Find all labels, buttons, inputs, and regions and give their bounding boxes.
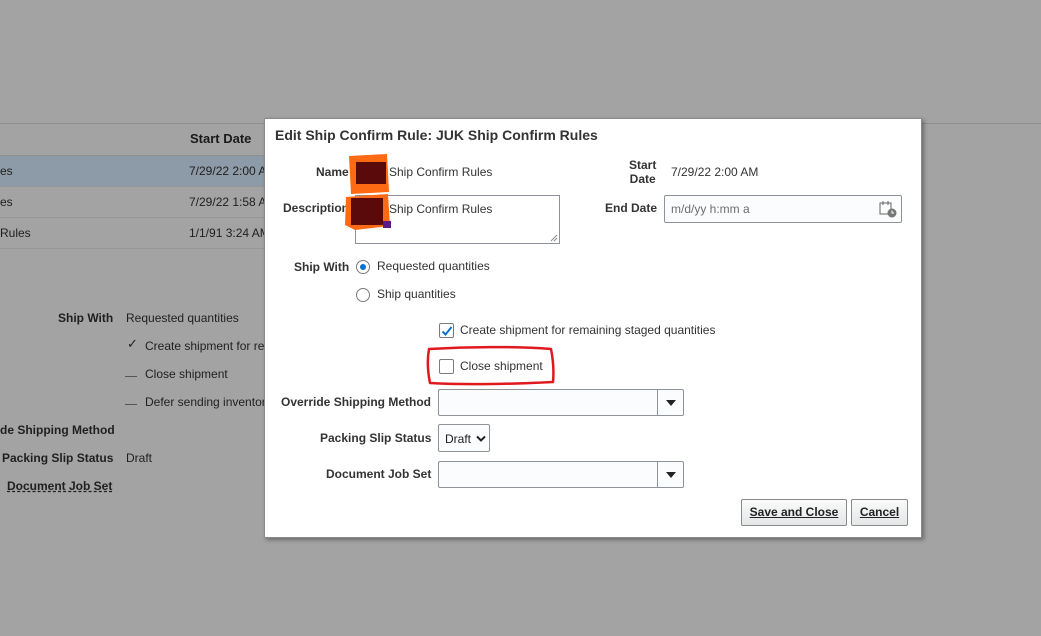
resize-handle-icon[interactable] [550, 234, 558, 242]
bg-packing-label: Packing Slip Status [2, 451, 114, 465]
table-cell-name: es [0, 195, 13, 209]
redaction-mark [345, 194, 391, 230]
create-shipment-label[interactable]: Create shipment for remaining staged qua… [460, 323, 715, 337]
bg-create-shipment: Create shipment for re [145, 339, 265, 353]
radio-requested-label[interactable]: Requested quantities [377, 259, 490, 273]
edit-ship-confirm-rule-dialog: Edit Ship Confirm Rule: JUK Ship Confirm… [264, 118, 922, 538]
checkmark-icon [441, 326, 453, 336]
override-shipping-method-select[interactable] [438, 389, 684, 416]
bg-ship-with-label: Ship With [58, 311, 114, 325]
description-label: Description [283, 201, 350, 215]
start-date-label-line1: Start [629, 158, 657, 172]
redaction-mark [349, 154, 389, 194]
table-row[interactable]: es 7/29/22 2:00 A [0, 156, 270, 187]
override-shipping-method-label: Override Shipping Method [281, 395, 432, 409]
bg-packing-value: Draft [126, 451, 153, 465]
chevron-down-icon[interactable] [657, 390, 683, 415]
bg-override-label: de Shipping Method [0, 423, 115, 437]
end-date-placeholder: m/d/yy h:mm a [671, 202, 750, 216]
radio-ship-quantities-label[interactable]: Ship quantities [377, 287, 456, 301]
table-header-start-date: Start Date [190, 131, 252, 146]
document-job-set-select[interactable] [438, 461, 684, 488]
radio-ship-quantities[interactable] [356, 288, 370, 302]
chevron-down-icon [476, 435, 486, 442]
end-date-label: End Date [605, 201, 658, 215]
table-cell-name: Rules [0, 226, 31, 240]
document-job-set-label: Document Job Set [326, 467, 432, 481]
packing-slip-status-value: Draft [445, 432, 472, 446]
table-row[interactable]: es 7/29/22 1:58 A [0, 187, 270, 218]
table-cell-start: 7/29/22 2:00 A [189, 164, 267, 178]
start-date-label: Start Date [629, 158, 656, 186]
table-cell-name: es [0, 164, 13, 178]
bg-defer-sending: Defer sending inventor [145, 395, 266, 409]
create-shipment-checkbox[interactable] [439, 323, 454, 338]
bg-close-shipment: Close shipment [145, 367, 228, 381]
description-value: Ship Confirm Rules [389, 202, 493, 216]
table-row[interactable]: Rules 1/1/91 3:24 AM [0, 218, 270, 249]
chevron-down-icon[interactable] [657, 462, 683, 487]
ship-with-label: Ship With [294, 260, 350, 274]
bg-ship-with-value: Requested quantities [126, 311, 239, 325]
cancel-button[interactable]: Cancel [851, 499, 908, 526]
dialog-title: Edit Ship Confirm Rule: JUK Ship Confirm… [275, 127, 598, 143]
radio-requested-quantities[interactable] [356, 260, 370, 274]
start-date-value: 7/29/22 2:00 AM [671, 165, 759, 179]
name-label: Name [316, 165, 349, 179]
bg-unchecked-icon [125, 404, 137, 405]
start-date-label-line2: Date [629, 172, 656, 186]
table-cell-start: 7/29/22 1:58 A [189, 195, 267, 209]
bg-check-icon: ✓ [127, 336, 138, 351]
red-annotation-outline [426, 345, 555, 386]
name-value: Ship Confirm Rules [389, 165, 493, 179]
packing-slip-status-label: Packing Slip Status [320, 431, 432, 445]
packing-slip-status-select[interactable]: Draft [438, 424, 490, 452]
bg-unchecked-icon [125, 376, 137, 377]
bg-document-job-set-link[interactable]: Document Job Set [7, 479, 112, 493]
table-cell-start: 1/1/91 3:24 AM [189, 226, 270, 240]
save-and-close-button[interactable]: Save and Close [741, 499, 847, 526]
end-date-input[interactable]: m/d/yy h:mm a [664, 195, 902, 223]
calendar-icon[interactable] [879, 200, 897, 218]
